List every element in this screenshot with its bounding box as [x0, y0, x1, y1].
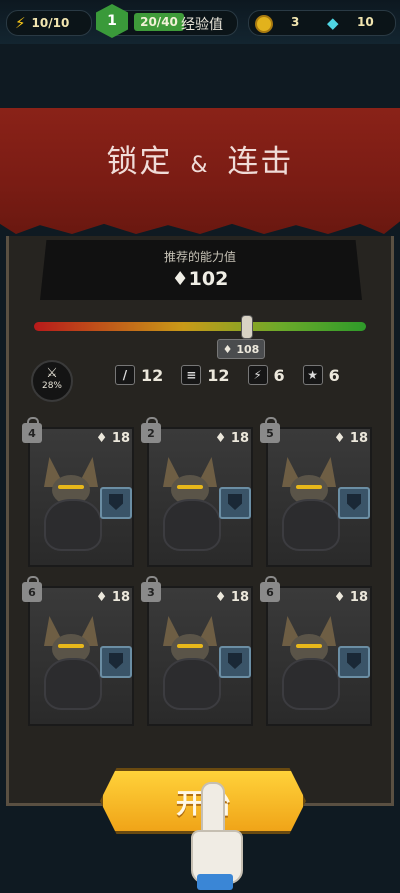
- unit-power-value: 18: [111, 590, 130, 605]
- lightning-icon: ⚡: [247, 365, 268, 385]
- power-gradient-bar: [34, 322, 366, 331]
- tap-hand-pointer-icon: [187, 782, 243, 892]
- coin-icon: [255, 15, 273, 33]
- unit-power-value: 18: [349, 590, 368, 605]
- armor-class-icon: [100, 646, 132, 678]
- unit-level-lock-badge: 3: [141, 576, 161, 602]
- defense-value: 12: [207, 365, 230, 385]
- armor-class-icon: [100, 487, 132, 519]
- team-stats: / 12 ≡ 12 ⚡ 6 ★ 6: [115, 365, 340, 385]
- recommended-power-value: ♦102: [171, 268, 229, 290]
- armor-class-icon: [338, 646, 370, 678]
- xp-label: 经验值: [181, 17, 223, 33]
- armor-class-icon: [338, 487, 370, 519]
- unit-power: ♦ 18: [214, 590, 249, 605]
- unit-level-lock-badge: 6: [260, 576, 280, 602]
- unit-power: ♦ 18: [95, 590, 130, 605]
- defense-stat: ≡ 12: [181, 365, 230, 385]
- unit-power-value: 18: [230, 590, 249, 605]
- unit-card[interactable]: 3 ♦ 18: [141, 576, 253, 726]
- title-right: 连击: [227, 144, 294, 180]
- rabbit-warrior-portrait: [38, 457, 104, 551]
- unit-power-value: 18: [230, 431, 249, 446]
- star-icon: ★: [302, 365, 323, 385]
- unit-power: ♦ 18: [333, 590, 368, 605]
- unit-power: ♦ 18: [333, 431, 368, 446]
- attack-stat: / 12: [115, 365, 163, 385]
- unit-card[interactable]: 2 ♦ 18: [141, 417, 253, 567]
- unit-card[interactable]: 6 ♦ 18: [22, 576, 134, 726]
- gem-icon: ◆: [327, 14, 339, 32]
- unit-level-lock-badge: 2: [141, 417, 161, 443]
- unit-power: ♦ 18: [214, 431, 249, 446]
- unit-power-value: 18: [349, 431, 368, 446]
- title-ampersand: &: [190, 153, 210, 178]
- armor-class-icon: [219, 487, 251, 519]
- speed-stat: ⚡ 6: [247, 365, 285, 385]
- armor-class-icon: [219, 646, 251, 678]
- crit-chance-badge: ⚔ 28%: [31, 360, 73, 402]
- power-slider-knob: [241, 315, 254, 339]
- xp-bar: 20/40: [134, 13, 184, 31]
- unit-power: ♦ 18: [95, 431, 130, 446]
- rabbit-warrior-portrait: [38, 616, 104, 710]
- rabbit-warrior-portrait: [276, 457, 342, 551]
- unit-power-value: 18: [111, 431, 130, 446]
- crossed-swords-icon: ⚔: [46, 366, 58, 381]
- rabbit-warrior-portrait: [276, 616, 342, 710]
- unit-level-lock-badge: 4: [22, 417, 42, 443]
- unit-card[interactable]: 6 ♦ 18: [260, 576, 372, 726]
- unit-card[interactable]: 5 ♦ 18: [260, 417, 372, 567]
- recommended-power-label: 推荐的能力值: [163, 250, 236, 264]
- mission-title: 锁定 & 连击: [0, 136, 400, 181]
- rabbit-warrior-portrait: [157, 457, 223, 551]
- title-left: 锁定: [106, 144, 173, 180]
- unit-level-lock-badge: 5: [260, 417, 280, 443]
- attack-value: 12: [141, 365, 164, 385]
- lightning-icon: ⚡: [15, 14, 26, 32]
- rabbit-warrior-portrait: [157, 616, 223, 710]
- energy-counter[interactable]: ⚡ 10/10: [6, 10, 92, 36]
- crit-value: 28%: [41, 381, 62, 391]
- unit-level-lock-badge: 6: [22, 576, 42, 602]
- currency-pill[interactable]: 3 ◆ 10: [248, 10, 396, 36]
- gem-count: 10: [357, 15, 374, 29]
- energy-value: 10/10: [31, 16, 70, 30]
- shield-icon: ≡: [181, 365, 202, 385]
- sword-icon: /: [115, 365, 135, 385]
- star-stat: ★ 6: [302, 365, 340, 385]
- star-value: 6: [328, 365, 340, 385]
- coin-count: 3: [291, 15, 300, 29]
- speed-value: 6: [273, 365, 285, 385]
- current-power-badge: ♦ 108: [217, 339, 265, 359]
- unit-card[interactable]: 4 ♦ 18: [22, 417, 134, 567]
